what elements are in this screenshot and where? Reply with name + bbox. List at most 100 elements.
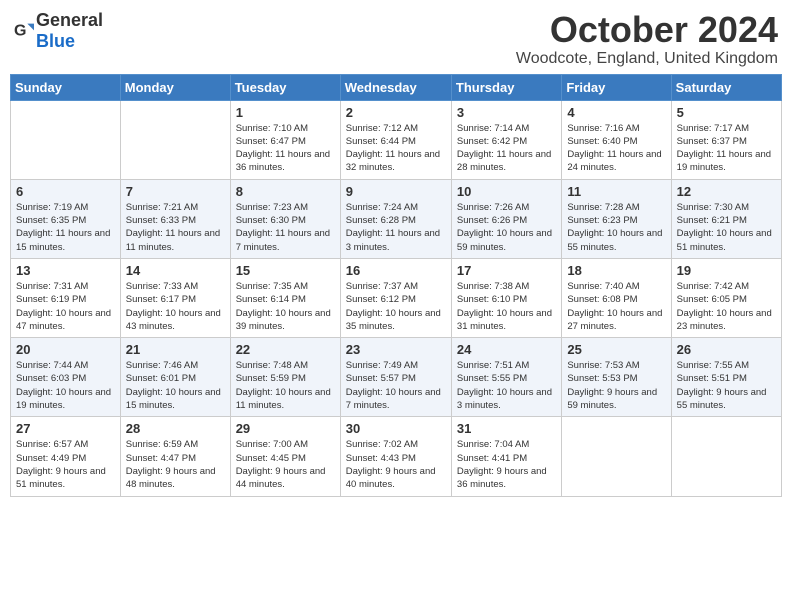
day-info: Sunrise: 7:16 AM Sunset: 6:40 PM Dayligh… bbox=[567, 122, 665, 175]
day-info: Sunrise: 7:38 AM Sunset: 6:10 PM Dayligh… bbox=[457, 280, 556, 333]
calendar-cell: 26 Sunrise: 7:55 AM Sunset: 5:51 PM Dayli… bbox=[671, 338, 781, 417]
calendar-cell: 9 Sunrise: 7:24 AM Sunset: 6:28 PM Daylig… bbox=[340, 179, 451, 258]
day-number: 31 bbox=[457, 421, 556, 436]
day-number: 29 bbox=[236, 421, 335, 436]
day-info: Sunrise: 7:10 AM Sunset: 6:47 PM Dayligh… bbox=[236, 122, 335, 175]
calendar-cell: 19 Sunrise: 7:42 AM Sunset: 6:05 PM Dayli… bbox=[671, 258, 781, 337]
calendar-cell: 28 Sunrise: 6:59 AM Sunset: 4:47 PM Dayli… bbox=[120, 417, 230, 496]
weekday-header: Sunday bbox=[11, 74, 121, 100]
svg-text:G: G bbox=[14, 23, 26, 40]
calendar-cell: 4 Sunrise: 7:16 AM Sunset: 6:40 PM Daylig… bbox=[562, 100, 671, 179]
calendar-cell: 7Sunrise: 7:21 AM Sunset: 6:33 PM Daylig… bbox=[120, 179, 230, 258]
day-number: 17 bbox=[457, 263, 556, 278]
day-info: Sunrise: 7:46 AM Sunset: 6:01 PM Dayligh… bbox=[126, 359, 225, 412]
calendar-cell: 23Sunrise: 7:49 AM Sunset: 5:57 PM Dayli… bbox=[340, 338, 451, 417]
calendar-cell: 11Sunrise: 7:28 AM Sunset: 6:23 PM Dayli… bbox=[562, 179, 671, 258]
calendar-cell: 20Sunrise: 7:44 AM Sunset: 6:03 PM Dayli… bbox=[11, 338, 121, 417]
day-info: Sunrise: 7:40 AM Sunset: 6:08 PM Dayligh… bbox=[567, 280, 665, 333]
day-info: Sunrise: 7:26 AM Sunset: 6:26 PM Dayligh… bbox=[457, 201, 556, 254]
calendar-cell: 16 Sunrise: 7:37 AM Sunset: 6:12 PM Dayli… bbox=[340, 258, 451, 337]
calendar-cell: 18 Sunrise: 7:40 AM Sunset: 6:08 PM Dayli… bbox=[562, 258, 671, 337]
day-number: 23 bbox=[346, 342, 446, 357]
day-info: Sunrise: 7:55 AM Sunset: 5:51 PM Dayligh… bbox=[677, 359, 776, 412]
day-info: Sunrise: 7:04 AM Sunset: 4:41 PM Dayligh… bbox=[457, 438, 556, 491]
calendar-cell: 17 Sunrise: 7:38 AM Sunset: 6:10 PM Dayli… bbox=[451, 258, 561, 337]
weekday-header: Wednesday bbox=[340, 74, 451, 100]
day-number: 24 bbox=[457, 342, 556, 357]
calendar-cell: 8Sunrise: 7:23 AM Sunset: 6:30 PM Daylig… bbox=[230, 179, 340, 258]
day-info: Sunrise: 7:14 AM Sunset: 6:42 PM Dayligh… bbox=[457, 122, 556, 175]
day-info: Sunrise: 7:17 AM Sunset: 6:37 PM Dayligh… bbox=[677, 122, 776, 175]
calendar-cell: 13 Sunrise: 7:31 AM Sunset: 6:19 PM Dayli… bbox=[11, 258, 121, 337]
day-number: 28 bbox=[126, 421, 225, 436]
calendar-cell: 15 Sunrise: 7:35 AM Sunset: 6:14 PM Dayli… bbox=[230, 258, 340, 337]
day-info: Sunrise: 7:30 AM Sunset: 6:21 PM Dayligh… bbox=[677, 201, 776, 254]
day-info: Sunrise: 7:53 AM Sunset: 5:53 PM Dayligh… bbox=[567, 359, 665, 412]
day-number: 27 bbox=[16, 421, 115, 436]
location-title: Woodcote, England, United Kingdom bbox=[516, 50, 778, 68]
calendar-cell: 25Sunrise: 7:53 AM Sunset: 5:53 PM Dayli… bbox=[562, 338, 671, 417]
calendar-cell bbox=[11, 100, 121, 179]
day-info: Sunrise: 7:00 AM Sunset: 4:45 PM Dayligh… bbox=[236, 438, 335, 491]
day-info: Sunrise: 7:42 AM Sunset: 6:05 PM Dayligh… bbox=[677, 280, 776, 333]
day-number: 5 bbox=[677, 105, 776, 120]
calendar: SundayMondayTuesdayWednesdayThursdayFrid… bbox=[10, 74, 782, 497]
weekday-header: Friday bbox=[562, 74, 671, 100]
title-area: October 2024 Woodcote, England, United K… bbox=[516, 10, 778, 68]
header: G General Blue October 2024 Woodcote, En… bbox=[10, 10, 782, 68]
day-number: 18 bbox=[567, 263, 665, 278]
day-number: 2 bbox=[346, 105, 446, 120]
calendar-cell: 31 Sunrise: 7:04 AM Sunset: 4:41 PM Dayli… bbox=[451, 417, 561, 496]
day-info: Sunrise: 7:24 AM Sunset: 6:28 PM Dayligh… bbox=[346, 201, 446, 254]
day-number: 9 bbox=[346, 184, 446, 199]
day-number: 30 bbox=[346, 421, 446, 436]
day-info: Sunrise: 7:12 AM Sunset: 6:44 PM Dayligh… bbox=[346, 122, 446, 175]
calendar-cell: 5 Sunrise: 7:17 AM Sunset: 6:37 PM Daylig… bbox=[671, 100, 781, 179]
day-number: 14 bbox=[126, 263, 225, 278]
calendar-cell: 6Sunrise: 7:19 AM Sunset: 6:35 PM Daylig… bbox=[11, 179, 121, 258]
day-number: 11 bbox=[567, 184, 665, 199]
calendar-week-row: 27 Sunrise: 6:57 AM Sunset: 4:49 PM Dayli… bbox=[11, 417, 782, 496]
calendar-cell: 2 Sunrise: 7:12 AM Sunset: 6:44 PM Daylig… bbox=[340, 100, 451, 179]
calendar-cell bbox=[671, 417, 781, 496]
calendar-week-row: 13 Sunrise: 7:31 AM Sunset: 6:19 PM Dayli… bbox=[11, 258, 782, 337]
day-info: Sunrise: 7:21 AM Sunset: 6:33 PM Dayligh… bbox=[126, 201, 225, 254]
day-number: 1 bbox=[236, 105, 335, 120]
day-info: Sunrise: 7:23 AM Sunset: 6:30 PM Dayligh… bbox=[236, 201, 335, 254]
logo-icon: G bbox=[14, 21, 34, 41]
day-info: Sunrise: 6:57 AM Sunset: 4:49 PM Dayligh… bbox=[16, 438, 115, 491]
weekday-header: Monday bbox=[120, 74, 230, 100]
weekday-header: Saturday bbox=[671, 74, 781, 100]
day-number: 4 bbox=[567, 105, 665, 120]
calendar-cell: 29 Sunrise: 7:00 AM Sunset: 4:45 PM Dayli… bbox=[230, 417, 340, 496]
day-info: Sunrise: 7:31 AM Sunset: 6:19 PM Dayligh… bbox=[16, 280, 115, 333]
day-number: 13 bbox=[16, 263, 115, 278]
calendar-cell: 27 Sunrise: 6:57 AM Sunset: 4:49 PM Dayli… bbox=[11, 417, 121, 496]
day-info: Sunrise: 7:35 AM Sunset: 6:14 PM Dayligh… bbox=[236, 280, 335, 333]
day-info: Sunrise: 6:59 AM Sunset: 4:47 PM Dayligh… bbox=[126, 438, 225, 491]
day-number: 19 bbox=[677, 263, 776, 278]
day-number: 22 bbox=[236, 342, 335, 357]
logo: G General Blue bbox=[14, 10, 103, 52]
day-number: 16 bbox=[346, 263, 446, 278]
logo-blue: Blue bbox=[36, 31, 103, 52]
calendar-cell: 30 Sunrise: 7:02 AM Sunset: 4:43 PM Dayli… bbox=[340, 417, 451, 496]
calendar-cell: 10 Sunrise: 7:26 AM Sunset: 6:26 PM Dayli… bbox=[451, 179, 561, 258]
day-number: 26 bbox=[677, 342, 776, 357]
calendar-cell bbox=[562, 417, 671, 496]
weekday-header: Tuesday bbox=[230, 74, 340, 100]
day-number: 6 bbox=[16, 184, 115, 199]
day-info: Sunrise: 7:02 AM Sunset: 4:43 PM Dayligh… bbox=[346, 438, 446, 491]
day-number: 21 bbox=[126, 342, 225, 357]
month-title: October 2024 bbox=[516, 10, 778, 50]
day-info: Sunrise: 7:48 AM Sunset: 5:59 PM Dayligh… bbox=[236, 359, 335, 412]
day-info: Sunrise: 7:37 AM Sunset: 6:12 PM Dayligh… bbox=[346, 280, 446, 333]
day-number: 20 bbox=[16, 342, 115, 357]
day-number: 10 bbox=[457, 184, 556, 199]
weekday-header: Thursday bbox=[451, 74, 561, 100]
calendar-cell: 21 Sunrise: 7:46 AM Sunset: 6:01 PM Dayli… bbox=[120, 338, 230, 417]
calendar-week-row: 20Sunrise: 7:44 AM Sunset: 6:03 PM Dayli… bbox=[11, 338, 782, 417]
day-number: 3 bbox=[457, 105, 556, 120]
day-number: 15 bbox=[236, 263, 335, 278]
calendar-cell: 24Sunrise: 7:51 AM Sunset: 5:55 PM Dayli… bbox=[451, 338, 561, 417]
